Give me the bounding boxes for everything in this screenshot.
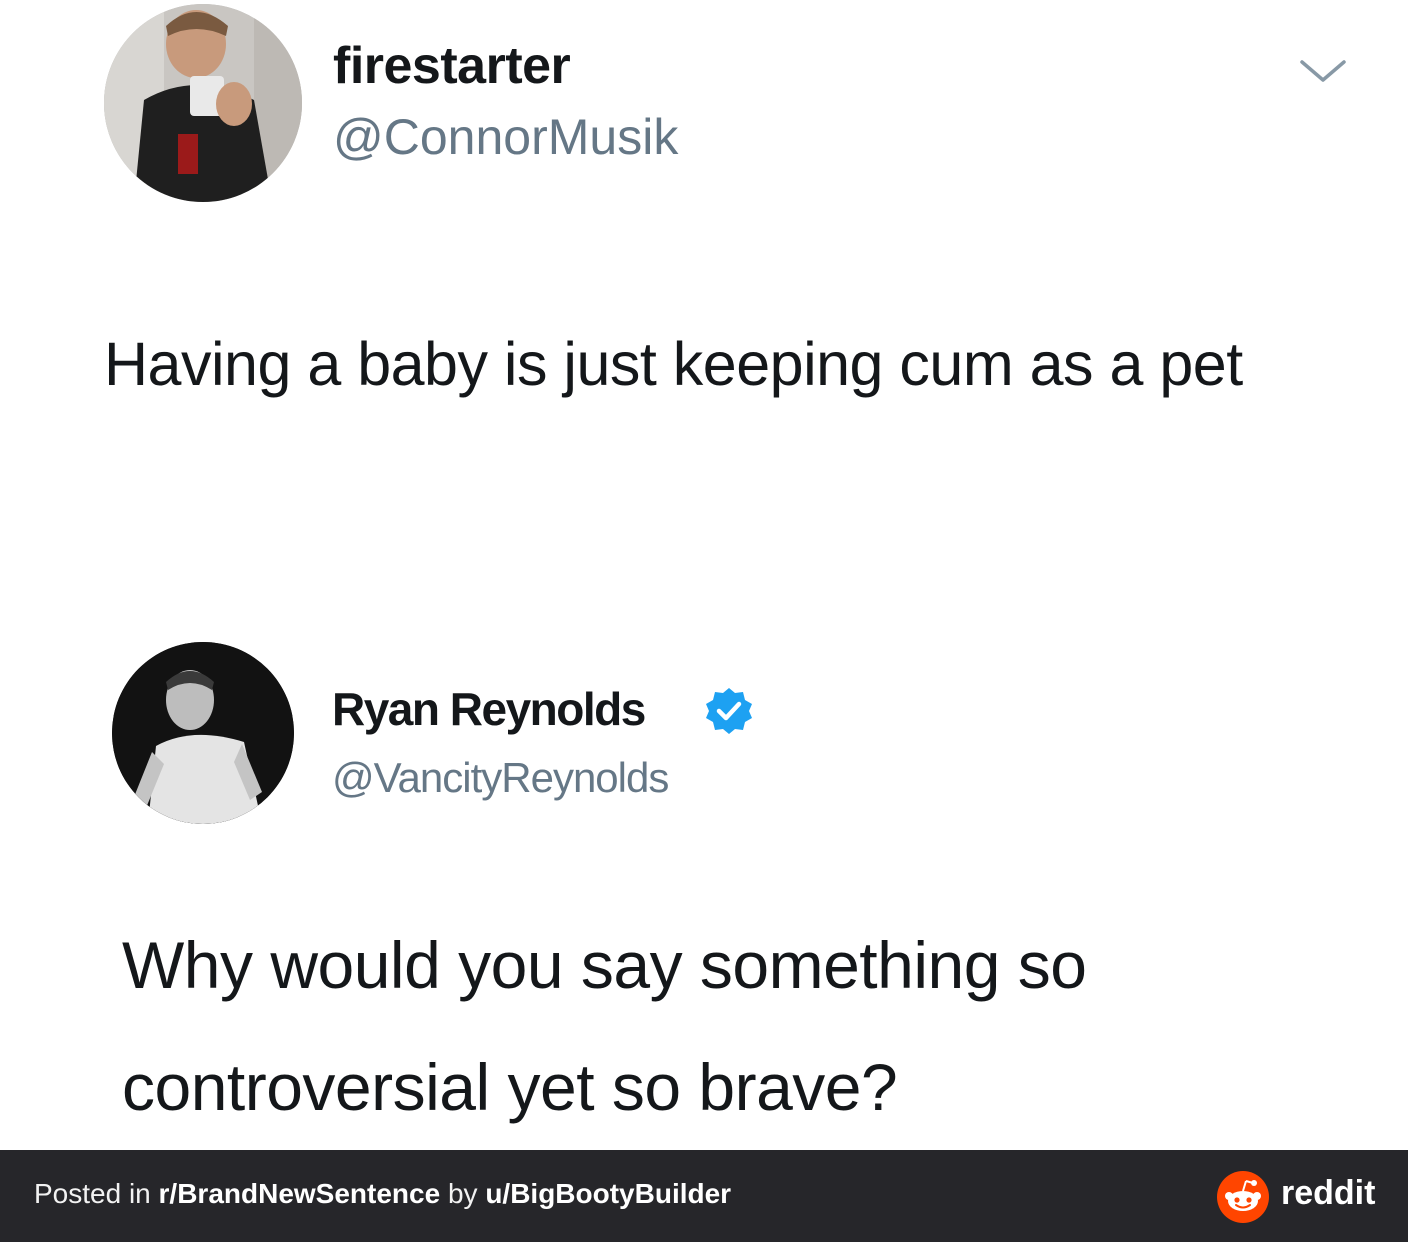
verified-badge-icon — [706, 688, 752, 734]
subreddit-link[interactable]: r/BrandNewSentence — [159, 1178, 441, 1209]
user-handle[interactable]: @VancityReynolds — [332, 754, 669, 802]
display-name[interactable]: firestarter — [333, 36, 571, 96]
username-link[interactable]: u/BigBootyBuilder — [485, 1178, 731, 1209]
posted-in-label: Posted in — [34, 1178, 159, 1209]
chevron-down-icon[interactable] — [1298, 56, 1348, 86]
tweet-text: Why would you say something so controver… — [122, 928, 1087, 1124]
reddit-alien-icon[interactable] — [1217, 1171, 1269, 1223]
display-name[interactable]: Ryan Reynolds — [332, 682, 646, 736]
user-avatar[interactable] — [104, 4, 302, 202]
reddit-wordmark[interactable]: reddit — [1281, 1174, 1375, 1213]
reddit-attribution-bar: Posted in r/BrandNewSentence by u/BigBoo… — [0, 1150, 1408, 1242]
avatar-photo-icon — [104, 4, 302, 202]
user-avatar[interactable] — [112, 642, 294, 824]
avatar-photo-icon — [112, 642, 294, 824]
tweet-text: Having a baby is just keeping cum as a p… — [104, 330, 1243, 398]
by-label: by — [440, 1178, 486, 1209]
posted-in-text: Posted in r/BrandNewSentence by u/BigBoo… — [34, 1178, 731, 1210]
user-handle[interactable]: @ConnorMusik — [333, 108, 678, 166]
